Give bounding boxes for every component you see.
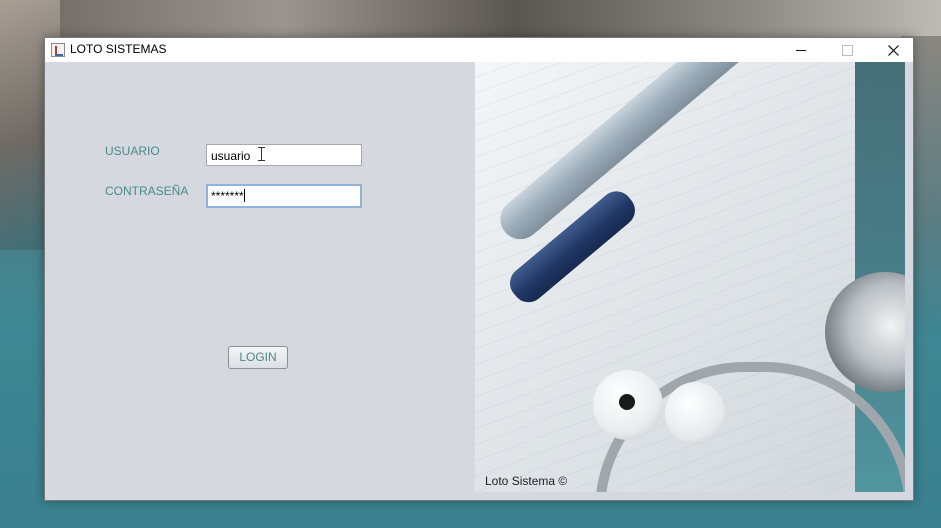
- java-app-icon: [51, 43, 65, 57]
- maximize-icon: [841, 44, 853, 56]
- earpiece-shape: [593, 370, 663, 440]
- password-label: CONTRASEÑA: [105, 184, 189, 198]
- minimize-icon: [796, 49, 806, 51]
- username-label: USUARIO: [105, 144, 160, 158]
- medical-image: Loto Sistema ©: [475, 62, 905, 492]
- username-value: usuario: [211, 149, 251, 163]
- image-caption: Loto Sistema ©: [485, 474, 568, 488]
- text-cursor-icon: [258, 147, 265, 161]
- client-area: USUARIO usuario CONTRASEÑA ******* LOGIN…: [45, 62, 913, 500]
- window-title: LOTO SISTEMAS: [70, 42, 167, 56]
- caret: [243, 189, 245, 202]
- maximize-button[interactable]: [824, 38, 870, 62]
- close-button[interactable]: [870, 38, 916, 62]
- login-window: LOTO SISTEMAS USUARIO usuario CONTRASEÑA…: [44, 37, 914, 501]
- title-bar[interactable]: LOTO SISTEMAS: [45, 38, 913, 62]
- earpiece-shape-2: [665, 382, 725, 444]
- password-field[interactable]: *******: [206, 184, 362, 208]
- login-button[interactable]: LOGIN: [228, 346, 288, 369]
- close-icon: [887, 44, 899, 56]
- desktop-wallpaper-top: [0, 0, 941, 40]
- minimize-button[interactable]: [778, 38, 824, 62]
- password-value: *******: [211, 189, 244, 203]
- username-field[interactable]: usuario: [206, 144, 362, 166]
